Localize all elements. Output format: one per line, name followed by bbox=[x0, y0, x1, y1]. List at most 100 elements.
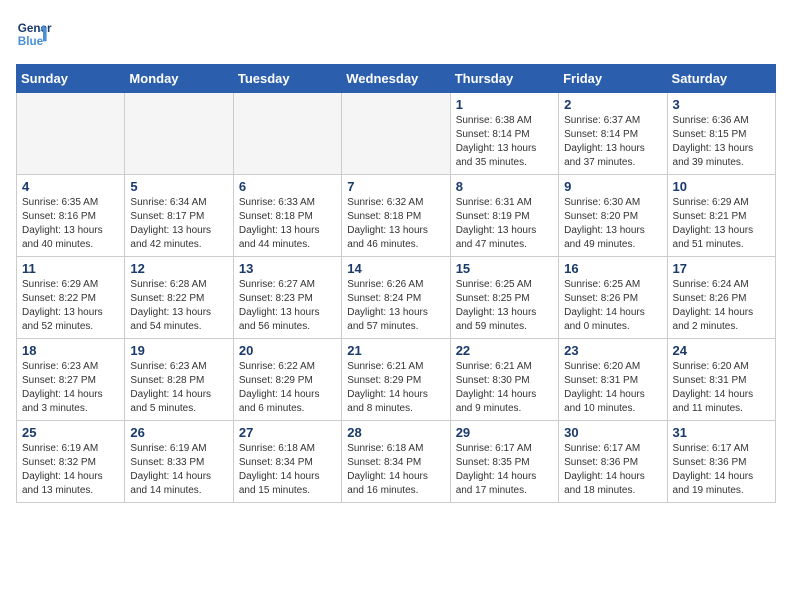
day-number: 10 bbox=[673, 179, 770, 194]
calendar-cell: 2Sunrise: 6:37 AMSunset: 8:14 PMDaylight… bbox=[559, 93, 667, 175]
day-info: Sunrise: 6:35 AMSunset: 8:16 PMDaylight:… bbox=[22, 196, 119, 252]
day-number: 15 bbox=[456, 261, 553, 276]
calendar-cell: 17 Sunrise: 6:24 AMSunset: 8:26 PMDayligh… bbox=[667, 257, 775, 339]
calendar-cell: 12 Sunrise: 6:28 AMSunset: 8:22 PMDayligh… bbox=[125, 257, 233, 339]
calendar-cell: 8Sunrise: 6:31 AMSunset: 8:19 PMDaylight… bbox=[450, 175, 558, 257]
day-info: Sunrise: 6:23 AMSunset: 8:27 PMDaylight:… bbox=[22, 360, 119, 416]
day-number: 16 bbox=[564, 261, 661, 276]
weekday-header: Wednesday bbox=[342, 65, 450, 93]
calendar-cell: 3 Sunrise: 6:36 AMSunset: 8:15 PMDaylight… bbox=[667, 93, 775, 175]
day-number: 11 bbox=[22, 261, 119, 276]
day-info: Sunrise: 6:38 AMSunset: 8:14 PMDaylight:… bbox=[456, 114, 553, 170]
day-info: Sunrise: 6:34 AMSunset: 8:17 PMDaylight:… bbox=[130, 196, 227, 252]
day-info: Sunrise: 6:17 AMSunset: 8:36 PMDaylight:… bbox=[564, 442, 661, 498]
day-number: 27 bbox=[239, 425, 336, 440]
day-number: 9 bbox=[564, 179, 661, 194]
calendar-cell: 16 Sunrise: 6:25 AMSunset: 8:26 PMDayligh… bbox=[559, 257, 667, 339]
calendar-cell: 24Sunrise: 6:20 AMSunset: 8:31 PMDayligh… bbox=[667, 339, 775, 421]
calendar-cell: 21 Sunrise: 6:21 AMSunset: 8:29 PMDayligh… bbox=[342, 339, 450, 421]
day-number: 1 bbox=[456, 97, 553, 112]
calendar-cell: 27 Sunrise: 6:18 AMSunset: 8:34 PMDayligh… bbox=[233, 421, 341, 503]
calendar-cell: 25 Sunrise: 6:19 AMSunset: 8:32 PMDayligh… bbox=[17, 421, 125, 503]
calendar-cell: 5 Sunrise: 6:34 AMSunset: 8:17 PMDaylight… bbox=[125, 175, 233, 257]
day-info: Sunrise: 6:23 AMSunset: 8:28 PMDaylight:… bbox=[130, 360, 227, 416]
day-number: 17 bbox=[673, 261, 770, 276]
day-number: 29 bbox=[456, 425, 553, 440]
calendar-cell: 19 Sunrise: 6:23 AMSunset: 8:28 PMDayligh… bbox=[125, 339, 233, 421]
calendar-cell: 20Sunrise: 6:22 AMSunset: 8:29 PMDayligh… bbox=[233, 339, 341, 421]
day-info: Sunrise: 6:33 AMSunset: 8:18 PMDaylight:… bbox=[239, 196, 336, 252]
calendar-cell: 30Sunrise: 6:17 AMSunset: 8:36 PMDayligh… bbox=[559, 421, 667, 503]
calendar-cell: 7 Sunrise: 6:32 AMSunset: 8:18 PMDaylight… bbox=[342, 175, 450, 257]
svg-text:General: General bbox=[18, 22, 52, 35]
day-info: Sunrise: 6:17 AMSunset: 8:35 PMDaylight:… bbox=[456, 442, 553, 498]
header: General Blue bbox=[16, 16, 776, 52]
day-info: Sunrise: 6:18 AMSunset: 8:34 PMDaylight:… bbox=[347, 442, 444, 498]
calendar-cell: 26 Sunrise: 6:19 AMSunset: 8:33 PMDayligh… bbox=[125, 421, 233, 503]
day-number: 21 bbox=[347, 343, 444, 358]
day-number: 14 bbox=[347, 261, 444, 276]
day-info: Sunrise: 6:22 AMSunset: 8:29 PMDaylight:… bbox=[239, 360, 336, 416]
day-info: Sunrise: 6:29 AMSunset: 8:22 PMDaylight:… bbox=[22, 278, 119, 334]
calendar-week-row: 25 Sunrise: 6:19 AMSunset: 8:32 PMDayligh… bbox=[17, 421, 776, 503]
day-number: 25 bbox=[22, 425, 119, 440]
day-info: Sunrise: 6:19 AMSunset: 8:32 PMDaylight:… bbox=[22, 442, 119, 498]
calendar-cell: 29 Sunrise: 6:17 AMSunset: 8:35 PMDayligh… bbox=[450, 421, 558, 503]
calendar-cell bbox=[17, 93, 125, 175]
day-info: Sunrise: 6:31 AMSunset: 8:19 PMDaylight:… bbox=[456, 196, 553, 252]
day-number: 31 bbox=[673, 425, 770, 440]
day-info: Sunrise: 6:21 AMSunset: 8:30 PMDaylight:… bbox=[456, 360, 553, 416]
calendar-cell: 6 Sunrise: 6:33 AMSunset: 8:18 PMDaylight… bbox=[233, 175, 341, 257]
calendar-cell: 15 Sunrise: 6:25 AMSunset: 8:25 PMDayligh… bbox=[450, 257, 558, 339]
day-number: 26 bbox=[130, 425, 227, 440]
calendar-week-row: 11 Sunrise: 6:29 AMSunset: 8:22 PMDayligh… bbox=[17, 257, 776, 339]
day-number: 13 bbox=[239, 261, 336, 276]
calendar-cell bbox=[233, 93, 341, 175]
calendar-table: SundayMondayTuesdayWednesdayThursdayFrid… bbox=[16, 64, 776, 503]
day-info: Sunrise: 6:21 AMSunset: 8:29 PMDaylight:… bbox=[347, 360, 444, 416]
day-info: Sunrise: 6:17 AMSunset: 8:36 PMDaylight:… bbox=[673, 442, 770, 498]
day-info: Sunrise: 6:25 AMSunset: 8:26 PMDaylight:… bbox=[564, 278, 661, 334]
weekday-header: Monday bbox=[125, 65, 233, 93]
calendar-cell bbox=[125, 93, 233, 175]
day-number: 18 bbox=[22, 343, 119, 358]
day-info: Sunrise: 6:32 AMSunset: 8:18 PMDaylight:… bbox=[347, 196, 444, 252]
day-info: Sunrise: 6:30 AMSunset: 8:20 PMDaylight:… bbox=[564, 196, 661, 252]
day-info: Sunrise: 6:28 AMSunset: 8:22 PMDaylight:… bbox=[130, 278, 227, 334]
day-number: 23 bbox=[564, 343, 661, 358]
day-number: 22 bbox=[456, 343, 553, 358]
day-info: Sunrise: 6:25 AMSunset: 8:25 PMDaylight:… bbox=[456, 278, 553, 334]
weekday-header: Thursday bbox=[450, 65, 558, 93]
calendar-cell: 14Sunrise: 6:26 AMSunset: 8:24 PMDayligh… bbox=[342, 257, 450, 339]
day-number: 12 bbox=[130, 261, 227, 276]
calendar-cell bbox=[342, 93, 450, 175]
day-number: 5 bbox=[130, 179, 227, 194]
day-number: 4 bbox=[22, 179, 119, 194]
day-number: 28 bbox=[347, 425, 444, 440]
day-info: Sunrise: 6:18 AMSunset: 8:34 PMDaylight:… bbox=[239, 442, 336, 498]
day-number: 7 bbox=[347, 179, 444, 194]
svg-text:Blue: Blue bbox=[18, 35, 44, 48]
calendar-cell: 1 Sunrise: 6:38 AMSunset: 8:14 PMDaylight… bbox=[450, 93, 558, 175]
day-number: 2 bbox=[564, 97, 661, 112]
calendar-week-row: 1 Sunrise: 6:38 AMSunset: 8:14 PMDaylight… bbox=[17, 93, 776, 175]
calendar-cell: 18 Sunrise: 6:23 AMSunset: 8:27 PMDayligh… bbox=[17, 339, 125, 421]
day-number: 24 bbox=[673, 343, 770, 358]
calendar-cell: 13 Sunrise: 6:27 AMSunset: 8:23 PMDayligh… bbox=[233, 257, 341, 339]
weekday-header-row: SundayMondayTuesdayWednesdayThursdayFrid… bbox=[17, 65, 776, 93]
day-info: Sunrise: 6:19 AMSunset: 8:33 PMDaylight:… bbox=[130, 442, 227, 498]
calendar-cell: 23Sunrise: 6:20 AMSunset: 8:31 PMDayligh… bbox=[559, 339, 667, 421]
calendar-week-row: 4 Sunrise: 6:35 AMSunset: 8:16 PMDaylight… bbox=[17, 175, 776, 257]
calendar-cell: 22 Sunrise: 6:21 AMSunset: 8:30 PMDayligh… bbox=[450, 339, 558, 421]
calendar-cell: 10Sunrise: 6:29 AMSunset: 8:21 PMDayligh… bbox=[667, 175, 775, 257]
day-number: 19 bbox=[130, 343, 227, 358]
day-number: 6 bbox=[239, 179, 336, 194]
logo: General Blue bbox=[16, 16, 56, 52]
day-number: 3 bbox=[673, 97, 770, 112]
day-info: Sunrise: 6:27 AMSunset: 8:23 PMDaylight:… bbox=[239, 278, 336, 334]
weekday-header: Saturday bbox=[667, 65, 775, 93]
day-info: Sunrise: 6:24 AMSunset: 8:26 PMDaylight:… bbox=[673, 278, 770, 334]
day-info: Sunrise: 6:36 AMSunset: 8:15 PMDaylight:… bbox=[673, 114, 770, 170]
calendar-cell: 31 Sunrise: 6:17 AMSunset: 8:36 PMDayligh… bbox=[667, 421, 775, 503]
calendar-cell: 28 Sunrise: 6:18 AMSunset: 8:34 PMDayligh… bbox=[342, 421, 450, 503]
